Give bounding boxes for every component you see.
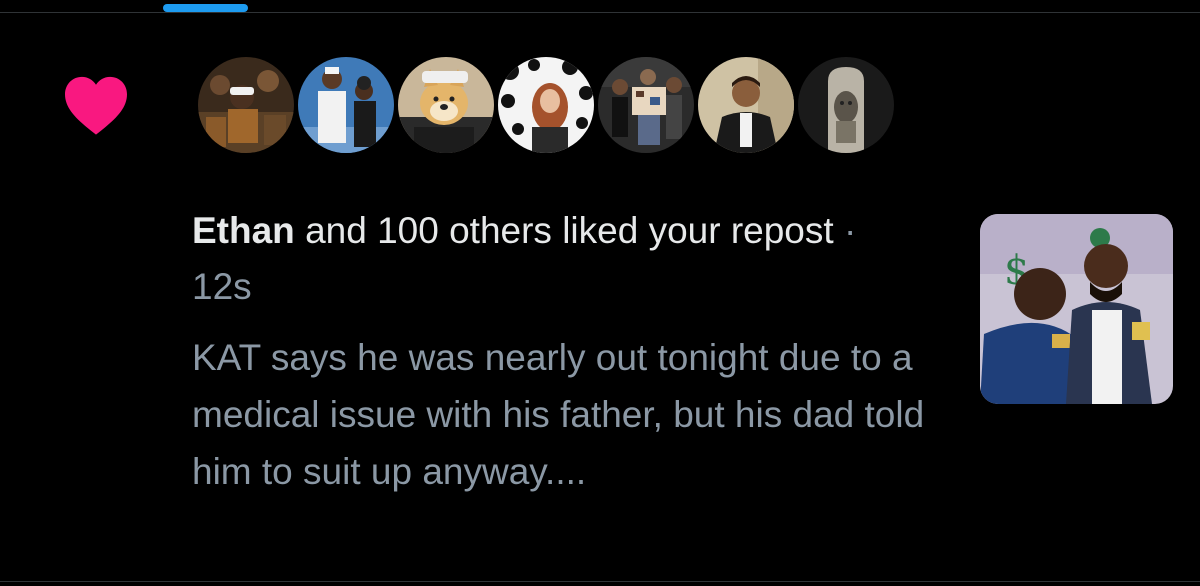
liker-name[interactable]: Ethan [192,210,295,251]
action-text: and 100 others liked your repost [305,210,834,251]
active-tab-indicator [163,4,248,12]
like-notification[interactable]: Ethan and 100 others liked your repost ·… [0,13,1200,581]
avatar[interactable] [396,55,496,155]
post-thumbnail[interactable]: $ [980,214,1173,404]
avatar[interactable] [596,55,696,155]
separator-dot: · [843,210,857,251]
notification-headline: Ethan and 100 others liked your repost ·… [192,203,922,315]
avatar[interactable] [496,55,596,155]
bottom-divider [0,581,1200,582]
avatar[interactable] [296,55,396,155]
avatar[interactable] [696,55,796,155]
post-text: KAT says he was nearly out tonight due t… [192,337,925,492]
avatar[interactable] [796,55,896,155]
timestamp: 12s [192,266,252,307]
avatar[interactable] [196,55,296,155]
heart-icon [65,76,127,135]
